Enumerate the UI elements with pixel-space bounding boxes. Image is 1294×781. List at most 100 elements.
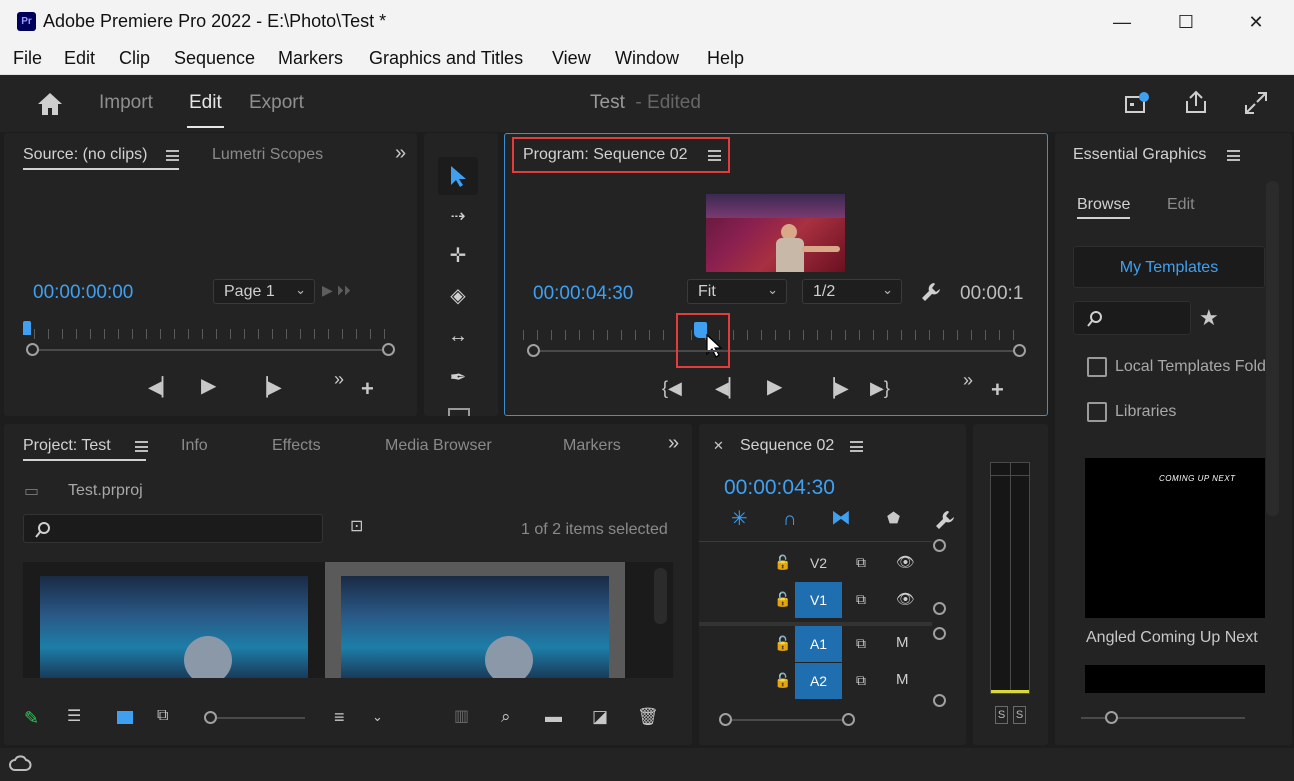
graphics-scrollbar[interactable]	[1266, 181, 1279, 516]
pen-tool-icon[interactable]: ✒	[438, 359, 478, 397]
vertical-zoom-mid-handle[interactable]	[933, 602, 946, 615]
menu-edit[interactable]: Edit	[64, 48, 95, 69]
home-icon[interactable]	[36, 91, 64, 117]
razor-tool-icon[interactable]: ◈	[438, 277, 478, 315]
zoom-slider-handle[interactable]	[204, 711, 217, 724]
go-to-out-icon[interactable]: ▶}	[870, 379, 890, 397]
pencil-icon[interactable]: ✎	[24, 709, 39, 727]
source-zoom-left-handle[interactable]	[26, 343, 39, 356]
ripple-edit-tool-icon[interactable]: ✛	[438, 237, 478, 275]
clip-thumbnail-2[interactable]	[341, 576, 609, 678]
menu-sequence[interactable]: Sequence	[174, 48, 255, 69]
tab-export[interactable]: Export	[249, 92, 304, 114]
source-zoom-right-handle[interactable]	[382, 343, 395, 356]
new-bin-icon[interactable]: ▬	[545, 708, 562, 725]
add-marker-icon[interactable]: ⬟	[887, 511, 900, 526]
panel-overflow-icon[interactable]: »	[668, 433, 679, 453]
sync-lock-icon[interactable]: ⧉	[856, 672, 866, 689]
program-zoom-bar[interactable]	[537, 350, 1017, 352]
menu-window[interactable]: Window	[615, 48, 679, 69]
sort-icon[interactable]: ≡	[334, 708, 345, 726]
track-label-a2[interactable]: A2	[795, 663, 842, 699]
track-label-a1[interactable]: A1	[795, 626, 842, 662]
project-scrollbar[interactable]	[654, 568, 667, 624]
go-to-in-icon[interactable]: {◀	[662, 379, 682, 397]
wrench-icon[interactable]	[919, 280, 943, 304]
essential-graphics-menu-icon[interactable]	[1227, 150, 1240, 161]
chevron-down-icon[interactable]: ⌄	[372, 710, 383, 723]
eye-icon[interactable]: 👁	[896, 590, 915, 608]
track-select-tool-icon[interactable]: ⇢	[438, 197, 478, 235]
close-button[interactable]: ✕	[1236, 8, 1276, 36]
tab-sequence[interactable]: Sequence 02	[740, 437, 834, 455]
program-timecode[interactable]: 00:00:04:30	[533, 283, 633, 305]
clip-thumbnail-1[interactable]	[40, 576, 308, 678]
timeline-timecode[interactable]: 00:00:04:30	[724, 476, 835, 500]
solo-left-button[interactable]: S	[995, 706, 1008, 724]
tab-effects[interactable]: Effects	[272, 437, 321, 455]
libraries-checkbox[interactable]	[1087, 402, 1107, 422]
sync-lock-icon[interactable]: ⧉	[856, 554, 866, 571]
audio-zoom-bottom-handle[interactable]	[933, 694, 946, 707]
star-icon[interactable]: ★	[1199, 307, 1219, 329]
snap-icon[interactable]: ∩	[783, 510, 797, 529]
menu-graphics-and-titles[interactable]: Graphics and Titles	[369, 48, 523, 69]
step-back-icon[interactable]: ◀▏	[715, 379, 743, 397]
source-playhead[interactable]	[23, 321, 31, 335]
solo-right-button[interactable]: S	[1013, 706, 1026, 724]
list-view-icon[interactable]: ☰	[67, 709, 81, 725]
track-label-v1[interactable]: V1	[795, 582, 842, 618]
icon-view-icon[interactable]	[117, 711, 133, 724]
track-label-v2[interactable]: V2	[795, 545, 842, 581]
more-controls-icon[interactable]: »	[963, 371, 973, 389]
find-icon[interactable]: ⌕	[501, 708, 511, 725]
menu-clip[interactable]: Clip	[119, 48, 150, 69]
panel-overflow-icon[interactable]: »	[395, 143, 406, 163]
add-button-icon[interactable]: +	[361, 378, 374, 400]
mute-toggle[interactable]: M	[896, 671, 909, 688]
more-controls-icon[interactable]: »	[334, 370, 344, 388]
audio-zoom-top-handle[interactable]	[933, 627, 946, 640]
close-icon[interactable]: ✕	[713, 439, 724, 452]
my-templates-button[interactable]: My Templates	[1073, 246, 1265, 288]
tab-browse[interactable]: Browse	[1077, 196, 1130, 214]
menu-help[interactable]: Help	[707, 48, 744, 69]
timeline-scroll-right-handle[interactable]	[842, 713, 855, 726]
step-forward-icon[interactable]: ▕▶	[254, 378, 282, 396]
source-menu-icon[interactable]	[166, 150, 179, 161]
creative-cloud-icon[interactable]	[8, 754, 32, 774]
slip-tool-icon[interactable]: ↔	[438, 317, 478, 355]
lock-icon[interactable]: 🔓	[774, 635, 791, 652]
tab-media-browser[interactable]: Media Browser	[385, 437, 492, 455]
tab-import[interactable]: Import	[99, 92, 153, 114]
tab-lumetri-scopes[interactable]: Lumetri Scopes	[212, 146, 323, 164]
page-select[interactable]: Page 1 ⌄	[213, 279, 315, 304]
add-button-icon[interactable]: +	[991, 379, 1004, 401]
playback-resolution-select[interactable]: 1/2 ⌄	[802, 279, 902, 304]
zoom-level-select[interactable]: Fit ⌄	[687, 279, 787, 304]
fullscreen-icon[interactable]	[1243, 90, 1269, 116]
tab-source[interactable]: Source: (no clips)	[23, 146, 148, 164]
wrench-icon[interactable]	[933, 508, 957, 532]
templates-search-input[interactable]	[1073, 301, 1191, 335]
rectangle-tool-icon[interactable]	[448, 408, 470, 416]
zoom-slider-track[interactable]	[217, 717, 305, 719]
lock-icon[interactable]: 🔓	[774, 591, 791, 608]
freeform-view-icon[interactable]: ⧉	[157, 708, 168, 724]
tab-markers[interactable]: Markers	[563, 437, 621, 455]
program-zoom-right-handle[interactable]	[1013, 344, 1026, 357]
thumbnail-size-handle[interactable]	[1105, 711, 1118, 724]
play-icon[interactable]: ▶	[767, 377, 782, 397]
timeline-scroll-left-handle[interactable]	[719, 713, 732, 726]
maximize-button[interactable]: ☐	[1166, 8, 1206, 36]
step-forward-icon[interactable]: ▕▶	[821, 379, 849, 397]
tab-edit[interactable]: Edit	[189, 92, 222, 114]
timeline-menu-icon[interactable]	[850, 441, 863, 452]
tab-graphics-edit[interactable]: Edit	[1167, 196, 1195, 214]
mute-toggle[interactable]: M	[896, 634, 909, 651]
project-search-input[interactable]	[23, 514, 323, 543]
local-templates-checkbox[interactable]	[1087, 357, 1107, 377]
project-menu-icon[interactable]	[135, 441, 148, 452]
menu-markers[interactable]: Markers	[278, 48, 343, 69]
eye-icon[interactable]: 👁	[896, 553, 915, 571]
